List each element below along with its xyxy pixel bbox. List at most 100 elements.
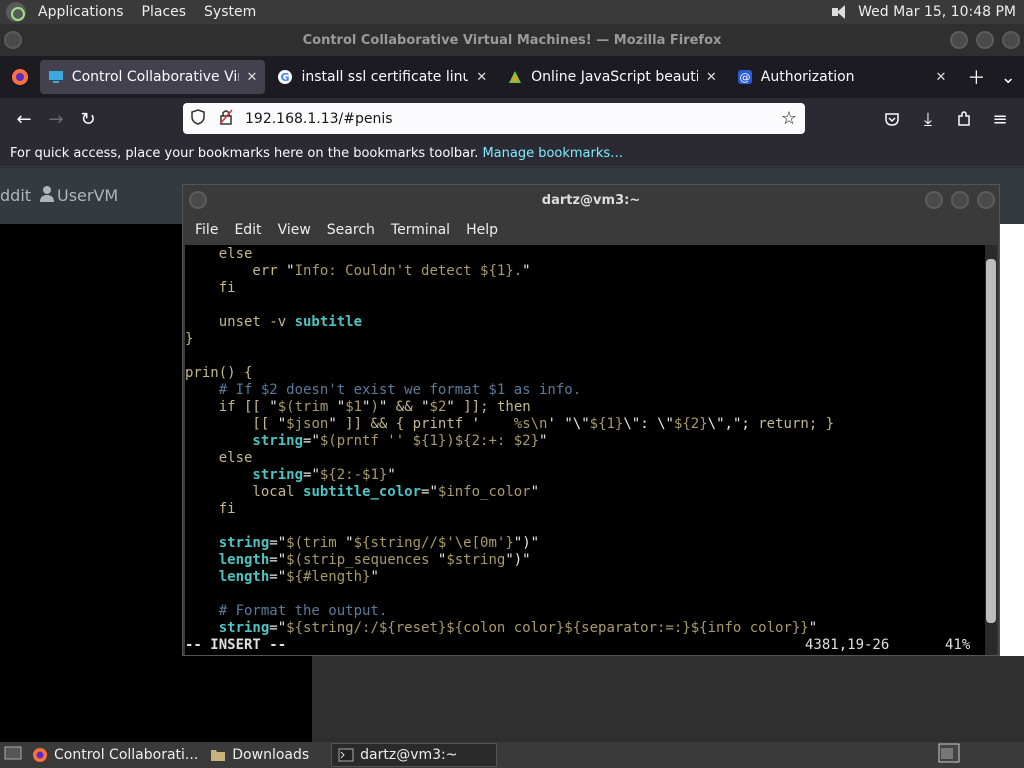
extensions-icon[interactable] <box>948 103 980 135</box>
terminal-menu-view[interactable]: View <box>270 222 319 238</box>
vim-mode: -- INSERT -- <box>185 637 287 653</box>
taskbar-item-firefox[interactable]: Control Collaborati... <box>26 743 204 767</box>
bookmarks-bar: For quick access, place your bookmarks h… <box>0 140 1024 167</box>
show-desktop-icon[interactable] <box>4 745 26 765</box>
terminal-minimize-icon[interactable] <box>925 191 943 209</box>
user-vm-link[interactable]: UserVM <box>57 186 118 205</box>
scroll-percent: 41% <box>945 637 971 653</box>
code-line: } <box>185 331 194 347</box>
terminal-menu-file[interactable]: File <box>187 222 226 238</box>
code-line: if [[ "$(trim "$1")" && "$2" ]]; then <box>185 399 531 415</box>
tab-js-beautifier[interactable]: Online JavaScript beautifier ✕ <box>499 60 725 94</box>
code-line: [[ "$json" ]] && { printf ' %s\n' "\"${1… <box>185 416 835 432</box>
code-line: else <box>185 246 253 262</box>
terminal-close-icon[interactable] <box>977 191 995 209</box>
google-icon: G <box>278 70 293 84</box>
monitor-icon <box>48 71 63 83</box>
bookmark-star-icon[interactable]: ☆ <box>781 108 797 129</box>
page-nav-link[interactable]: ddit <box>0 186 31 205</box>
terminal-window[interactable]: dartz@vm3:~ File Edit View Search Termin… <box>182 184 1000 656</box>
close-tab-icon[interactable]: ✕ <box>936 70 947 85</box>
terminal-titlebar[interactable]: dartz@vm3:~ <box>183 185 999 215</box>
taskbar-item-downloads[interactable]: Downloads <box>204 743 315 767</box>
terminal-text-area[interactable]: else err "Info: Couldn't detect ${1}." f… <box>185 245 987 655</box>
url-bar[interactable]: 192.168.1.13/#penis ☆ <box>183 103 805 134</box>
at-sign-icon: @ <box>737 70 752 84</box>
window-menu-icon[interactable] <box>4 31 22 49</box>
code-line: string="$(prntf '' ${1})${2:+: $2}" <box>185 433 548 449</box>
list-tabs-icon[interactable]: ⌄ <box>992 61 1024 93</box>
pocket-icon[interactable] <box>876 103 908 135</box>
terminal-menubar: File Edit View Search Terminal Help <box>183 215 999 245</box>
workspace-switcher-icon[interactable] <box>938 743 960 767</box>
code-line: fi <box>185 501 236 517</box>
system-menu[interactable]: System <box>198 0 262 24</box>
close-window-icon[interactable] <box>1002 31 1020 49</box>
terminal-menu-help[interactable]: Help <box>458 222 506 238</box>
code-line: fi <box>185 280 236 296</box>
scrollbar-thumb[interactable] <box>986 259 996 623</box>
terminal-menu-terminal[interactable]: Terminal <box>383 222 458 238</box>
bookmarks-message: For quick access, place your bookmarks h… <box>10 145 479 161</box>
close-tab-icon[interactable]: ✕ <box>706 70 717 85</box>
cursor-position: 4381,19-26 <box>805 637 890 653</box>
close-tab-icon[interactable]: ✕ <box>476 70 487 85</box>
code-line: local subtitle_color="$info_color" <box>185 484 540 500</box>
user-icon <box>40 186 54 206</box>
bottom-taskbar: Control Collaborati... Downloads dartz@v… <box>0 742 1024 768</box>
terminal-menu-edit[interactable]: Edit <box>226 222 269 238</box>
panel-clock[interactable]: Wed Mar 15, 10:48 PM <box>858 4 1016 20</box>
maximize-icon[interactable] <box>976 31 994 49</box>
nav-bar: ← → ↻ 192.168.1.13/#penis ☆ ⤓ ≡ <box>0 98 1024 140</box>
tab-title: Authorization <box>760 69 855 85</box>
top-panel: Applications Places System Wed Mar 15, 1… <box>0 0 1024 24</box>
applications-menu[interactable]: Applications <box>32 0 130 24</box>
tab-title: install ssl certificate linux - G <box>301 69 469 85</box>
page-lower-area <box>312 656 1024 742</box>
terminal-icon <box>338 748 354 762</box>
taskbar-item-label: Downloads <box>232 747 310 763</box>
close-tab-icon[interactable]: ✕ <box>247 70 258 85</box>
window-title: Control Collaborative Virtual Machines! … <box>302 32 722 48</box>
code-line: length="$(strip_sequences "$string")" <box>185 552 531 568</box>
code-line: # Format the output. <box>185 603 388 619</box>
terminal-scrollbar[interactable] <box>985 245 997 655</box>
shield-icon[interactable] <box>183 108 213 129</box>
manage-bookmarks-link[interactable]: Manage bookmarks… <box>482 146 623 161</box>
minimize-icon[interactable] <box>950 31 968 49</box>
tab-title: Control Collaborative Virtua <box>71 69 239 85</box>
downloads-icon[interactable]: ⤓ <box>912 103 944 135</box>
terminal-menu-search[interactable]: Search <box>319 222 383 238</box>
code-line: string="$(trim "${string//$'\e[0m'}")" <box>185 535 540 551</box>
hamburger-menu-icon[interactable]: ≡ <box>984 103 1016 135</box>
tab-ssl-search[interactable]: G install ssl certificate linux - G ✕ <box>269 60 495 94</box>
places-menu[interactable]: Places <box>136 0 193 24</box>
terminal-menu-icon[interactable] <box>189 191 207 209</box>
taskbar-item-terminal[interactable]: dartz@vm3:~ <box>331 743 498 767</box>
code-line: string="${2:-$1}" <box>185 467 396 483</box>
code-line: else <box>185 450 253 466</box>
code-line: unset -v subtitle <box>185 314 363 330</box>
taskbar-item-label: dartz@vm3:~ <box>360 747 458 763</box>
tab-strip: Control Collaborative Virtua ✕ G install… <box>0 56 1024 98</box>
firefox-view-icon[interactable] <box>4 61 36 93</box>
terminal-maximize-icon[interactable] <box>951 191 969 209</box>
volume-icon[interactable] <box>830 4 850 20</box>
tab-control-vm[interactable]: Control Collaborative Virtua ✕ <box>39 60 266 94</box>
insecure-lock-icon[interactable] <box>213 109 239 129</box>
svg-text:@: @ <box>739 71 750 84</box>
tab-authorization[interactable]: @ Authorization ✕ <box>729 60 955 94</box>
new-tab-icon[interactable]: ＋ <box>960 61 992 93</box>
beautifier-icon <box>509 71 522 83</box>
url-text[interactable]: 192.168.1.13/#penis <box>245 111 393 127</box>
back-icon[interactable]: ← <box>8 103 40 135</box>
folder-icon <box>211 750 226 761</box>
tab-title: Online JavaScript beautifier <box>531 69 698 85</box>
svg-text:G: G <box>281 71 290 84</box>
firefox-titlebar[interactable]: Control Collaborative Virtual Machines! … <box>0 24 1024 56</box>
reload-icon[interactable]: ↻ <box>72 103 104 135</box>
forward-icon[interactable]: → <box>40 103 72 135</box>
gnome-foot-icon[interactable] <box>6 2 26 22</box>
